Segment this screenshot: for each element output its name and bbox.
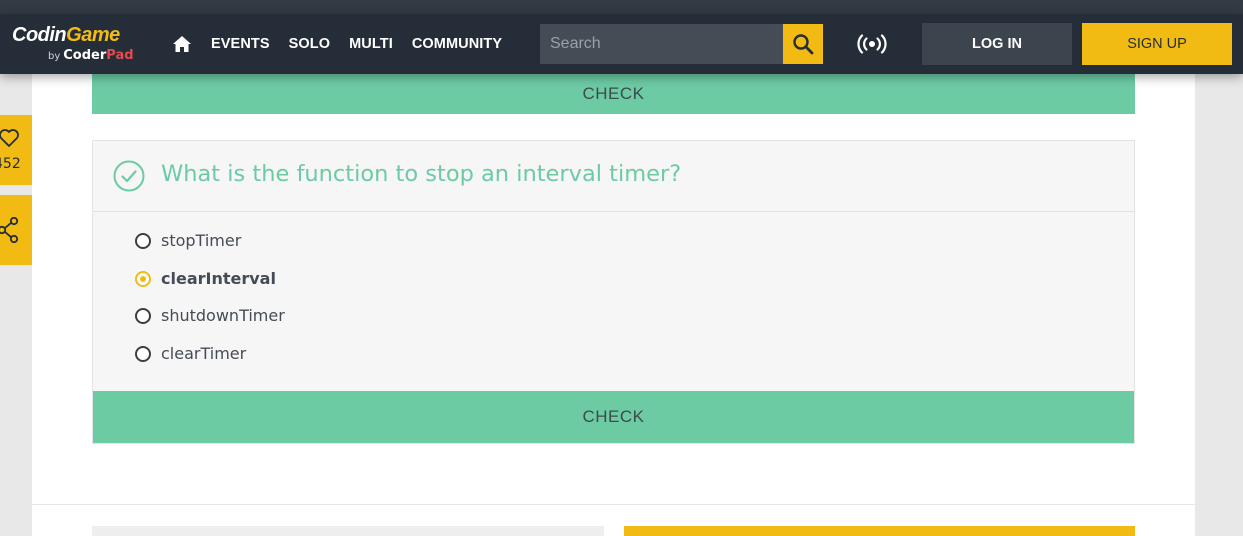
answer-option[interactable]: stopTimer: [135, 231, 241, 250]
main-content: CHECK What is the function to stop an in…: [32, 74, 1195, 536]
search-input[interactable]: [540, 24, 783, 64]
share-button[interactable]: [0, 195, 32, 265]
nav-solo[interactable]: SOLO: [289, 36, 331, 52]
answer-option[interactable]: shutdownTimer: [135, 306, 285, 325]
nav-community[interactable]: COMMUNITY: [412, 36, 502, 52]
heart-icon: [0, 129, 19, 147]
radio-button[interactable]: [135, 345, 151, 362]
quiz-header: What is the function to stop an interval…: [93, 141, 1134, 212]
like-count: 452: [0, 156, 21, 172]
checkmark-circle-icon: [113, 160, 145, 192]
search-button[interactable]: [783, 24, 823, 64]
like-button[interactable]: 452: [0, 115, 32, 185]
quiz-card: What is the function to stop an interval…: [92, 140, 1135, 444]
top-navbar: CodinGame by CoderPad EVENTS SOLO MULTI C…: [0, 14, 1243, 74]
answer-label: clearTimer: [161, 344, 247, 363]
search-bar: [540, 24, 823, 64]
answer-label: clearInterval: [161, 269, 276, 288]
logo-pad: Pad: [106, 48, 134, 63]
main-nav: EVENTS SOLO MULTI COMMUNITY: [211, 14, 521, 74]
radio-button[interactable]: [135, 232, 151, 249]
search-icon: [793, 34, 814, 55]
answer-label: shutdownTimer: [161, 306, 285, 325]
codingame-logo[interactable]: CodinGame by CoderPad: [12, 24, 147, 66]
logo-wordmark: CodinGame: [12, 24, 120, 47]
answer-option[interactable]: clearTimer: [135, 344, 246, 363]
home-icon[interactable]: [172, 34, 192, 54]
bottom-panel-left: [92, 526, 604, 536]
nav-multi[interactable]: MULTI: [349, 36, 393, 52]
window-top-strip: [0, 0, 1243, 14]
section-divider: [32, 504, 1195, 505]
check-button[interactable]: CHECK: [93, 391, 1134, 443]
share-icon: [0, 217, 19, 243]
logo-part-game: Game: [66, 24, 120, 46]
answer-label: stopTimer: [161, 231, 242, 250]
radio-button[interactable]: [135, 307, 151, 324]
logo-coder: Coder: [63, 48, 107, 63]
live-broadcast-icon[interactable]: [855, 34, 889, 54]
login-button[interactable]: LOG IN: [922, 23, 1072, 65]
answer-option-selected[interactable]: clearInterval: [135, 269, 276, 288]
quiz-question: What is the function to stop an interval…: [161, 161, 682, 187]
signup-button[interactable]: SIGN UP: [1082, 23, 1232, 65]
radio-button-selected[interactable]: [135, 270, 151, 287]
logo-byline: by CoderPad: [48, 48, 134, 63]
nav-events[interactable]: EVENTS: [211, 36, 270, 52]
bottom-panel-right[interactable]: [624, 526, 1135, 536]
logo-part-codin: Codin: [12, 24, 67, 46]
check-button-previous[interactable]: CHECK: [92, 74, 1135, 114]
logo-by: by: [48, 51, 61, 62]
